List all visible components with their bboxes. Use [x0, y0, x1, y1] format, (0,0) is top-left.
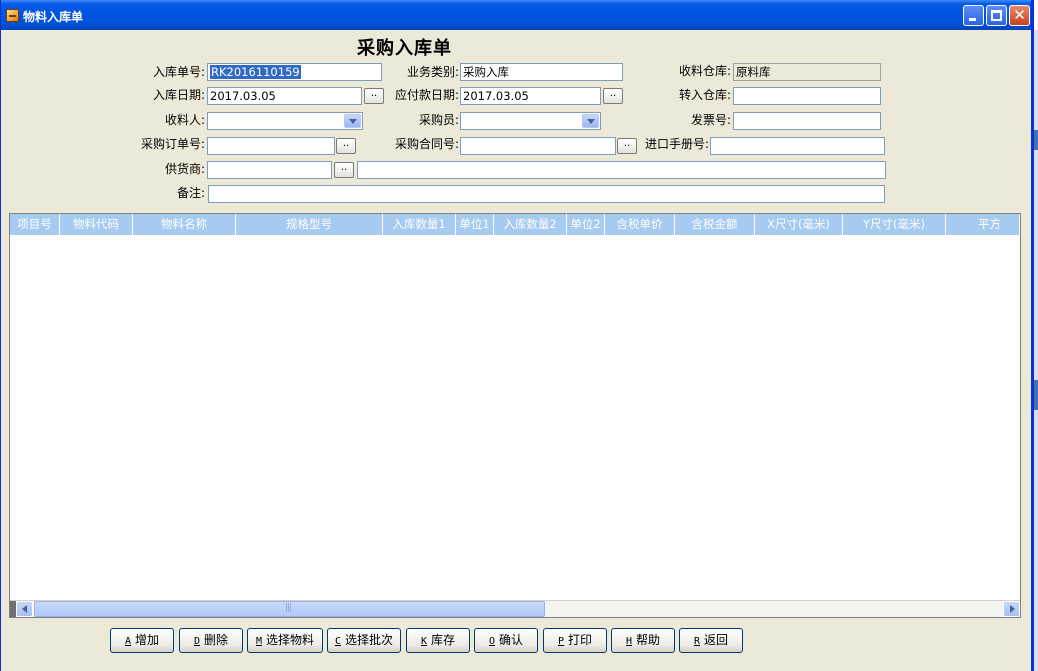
window-title: 物料入库单 — [23, 10, 84, 24]
close-button[interactable]: ✕ — [1009, 5, 1030, 26]
purchaser-label: 采购员: — [418, 113, 459, 127]
column-header[interactable]: 规格型号 — [236, 214, 383, 235]
minimize-icon — [969, 18, 976, 21]
chevron-down-icon[interactable] — [344, 114, 361, 128]
button-label: 删除 — [204, 633, 229, 647]
receipt-date-label: 入库日期: — [152, 88, 205, 102]
background-edge-mark — [1034, 130, 1038, 150]
supplier-code-field[interactable] — [207, 161, 332, 179]
chevron-down-icon[interactable] — [582, 114, 599, 128]
column-header[interactable]: X尺寸(毫米) — [755, 214, 843, 235]
invoice-no-field[interactable] — [733, 112, 881, 130]
receipt-no-field[interactable]: RK2016110159 — [207, 63, 382, 81]
payment-date-picker-button[interactable]: .. — [603, 88, 623, 104]
scroll-left-icon[interactable] — [16, 601, 33, 617]
help-button[interactable]: H 帮助 — [611, 628, 675, 653]
remarks-label: 备注: — [176, 186, 205, 200]
button-label: 打印 — [568, 633, 593, 647]
po-no-label: 采购订单号: — [140, 137, 205, 151]
purchaser-select[interactable] — [460, 112, 601, 130]
button-label: 确认 — [499, 633, 524, 647]
column-header[interactable]: 入库数量1 — [383, 214, 456, 235]
receiver-select[interactable] — [207, 112, 363, 130]
button-label: 选择批次 — [345, 633, 394, 647]
items-grid[interactable]: 项目号 物料代码 物料名称 规格型号 入库数量1 单位1 入库数量2 单位2 含… — [9, 213, 1021, 618]
column-header[interactable]: 项目号 — [10, 214, 60, 235]
shortcut-key: A — [124, 636, 131, 647]
receive-warehouse-field: 原料库 — [733, 63, 881, 81]
payment-date-label: 应付款日期: — [394, 88, 459, 102]
receipt-date-field[interactable]: 2017.03.05 — [207, 87, 362, 105]
supplier-label: 供货商: — [164, 162, 205, 176]
form-title: 采购入库单 — [357, 38, 452, 59]
shortcut-key: M — [255, 636, 262, 647]
button-label: 选择物料 — [266, 633, 315, 647]
maximize-button[interactable] — [986, 5, 1007, 26]
close-icon: ✕ — [1013, 6, 1026, 24]
grid-header: 项目号 物料代码 物料名称 规格型号 入库数量1 单位1 入库数量2 单位2 含… — [10, 214, 1020, 235]
column-header[interactable]: 平方 — [946, 214, 1020, 235]
shortcut-key: K — [420, 636, 427, 647]
button-label: 帮助 — [636, 633, 661, 647]
horizontal-scrollbar[interactable] — [10, 600, 1020, 617]
scrollbar-thumb[interactable] — [34, 601, 545, 617]
column-header[interactable]: 含税单价 — [605, 214, 675, 235]
minimize-button[interactable] — [963, 5, 984, 26]
title-bar[interactable]: 物料入库单 ✕ — [1, 0, 1031, 30]
background-edge-mark — [1034, 380, 1038, 410]
receipt-date-picker-button[interactable]: .. — [364, 88, 384, 104]
column-header[interactable]: 物料代码 — [60, 214, 133, 235]
receive-warehouse-label: 收料仓库: — [678, 64, 731, 78]
column-header[interactable]: 物料名称 — [133, 214, 236, 235]
select-material-button[interactable]: M 选择物料 — [247, 628, 323, 653]
button-label: 增加 — [135, 633, 160, 647]
contract-no-lookup-button[interactable]: .. — [617, 138, 637, 154]
inventory-button[interactable]: K 库存 — [406, 628, 470, 653]
contract-no-field[interactable] — [460, 137, 616, 155]
supplier-lookup-button[interactable]: .. — [334, 162, 354, 178]
button-label: 返回 — [704, 633, 729, 647]
shortcut-key: R — [693, 636, 700, 647]
import-manual-no-field[interactable] — [710, 137, 885, 155]
po-no-lookup-button[interactable]: .. — [336, 138, 356, 154]
payment-date-field[interactable]: 2017.03.05 — [460, 87, 601, 105]
business-type-label: 业务类别: — [406, 65, 459, 79]
shortcut-key: H — [625, 636, 632, 647]
column-header[interactable]: Y尺寸(毫米) — [843, 214, 946, 235]
confirm-button[interactable]: O 确认 — [474, 628, 538, 653]
remarks-field[interactable] — [208, 185, 885, 203]
select-batch-button[interactable]: C 选择批次 — [327, 628, 401, 653]
import-manual-no-label: 进口手册号: — [644, 137, 709, 151]
add-button[interactable]: A 增加 — [110, 628, 174, 653]
receiver-label: 收料人: — [164, 113, 205, 127]
contract-no-label: 采购合同号: — [394, 137, 459, 151]
po-no-field[interactable] — [207, 137, 335, 155]
receipt-no-value: RK2016110159 — [210, 65, 301, 79]
app-icon — [6, 9, 19, 22]
shortcut-key: D — [193, 636, 200, 647]
transfer-warehouse-field[interactable] — [733, 87, 881, 105]
supplier-name-field[interactable] — [357, 161, 886, 179]
button-label: 库存 — [431, 633, 456, 647]
return-button[interactable]: R 返回 — [679, 628, 743, 653]
column-header[interactable]: 含税金额 — [675, 214, 755, 235]
maximize-icon — [991, 10, 1002, 21]
transfer-warehouse-label: 转入仓库: — [678, 88, 731, 102]
business-type-field[interactable]: 采购入库 — [460, 63, 623, 81]
scroll-right-icon[interactable] — [1003, 601, 1020, 617]
invoice-no-label: 发票号: — [690, 113, 731, 127]
receipt-no-label: 入库单号: — [152, 65, 205, 79]
column-header[interactable]: 入库数量2 — [494, 214, 567, 235]
shortcut-key: P — [557, 636, 564, 647]
column-header[interactable]: 单位1 — [456, 214, 494, 235]
delete-button[interactable]: D 删除 — [179, 628, 243, 653]
column-header[interactable]: 单位2 — [567, 214, 605, 235]
background-window-edge — [1034, 30, 1038, 671]
shortcut-key: C — [334, 636, 341, 647]
purchase-receipt-window: 物料入库单 ✕ 采购入库单 入库单号: RK2016110159 业务类别: 采… — [0, 0, 1034, 671]
shortcut-key: O — [488, 636, 495, 647]
print-button[interactable]: P 打印 — [543, 628, 607, 653]
